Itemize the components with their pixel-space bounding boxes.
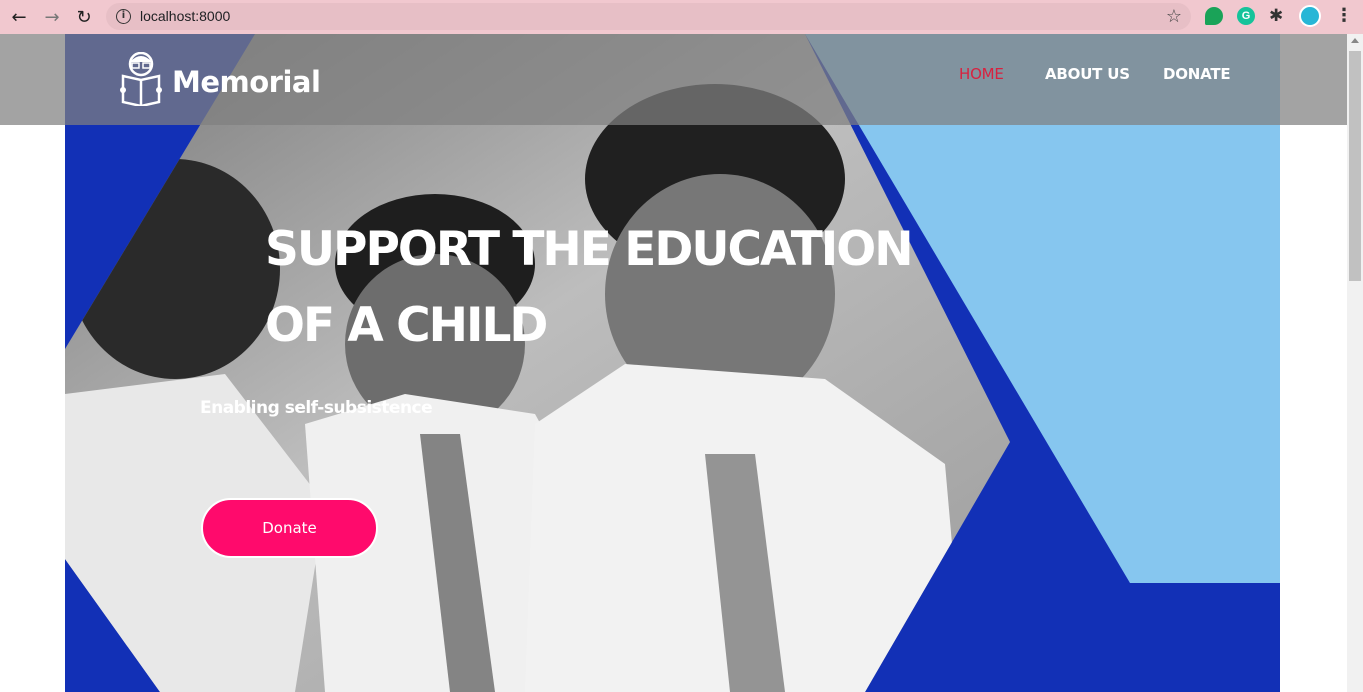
chat-extension-icon[interactable] bbox=[1205, 7, 1223, 25]
site-logo[interactable]: Memorial bbox=[120, 52, 321, 106]
hero-section: SUPPORT THE EDUCATION OF A CHILD bbox=[65, 34, 1280, 692]
scroll-thumb[interactable] bbox=[1349, 51, 1361, 281]
kebab-menu-icon[interactable]: ⋮ bbox=[1335, 7, 1353, 25]
web-page: SUPPORT THE EDUCATION OF A CHILD Enablin… bbox=[0, 34, 1347, 692]
back-arrow-icon[interactable]: ← bbox=[8, 6, 30, 28]
hero-headline: SUPPORT THE EDUCATION OF A CHILD bbox=[265, 212, 965, 364]
address-bar[interactable]: i localhost:8000 ☆ bbox=[106, 3, 1191, 30]
page-scrollbar[interactable] bbox=[1347, 34, 1363, 692]
reader-logo-icon bbox=[120, 52, 162, 106]
nav-about-us[interactable]: ABOUT US bbox=[1045, 65, 1130, 83]
nav-home[interactable]: HOME bbox=[959, 65, 1004, 83]
site-info-icon[interactable]: i bbox=[116, 9, 131, 24]
nav-donate[interactable]: DONATE bbox=[1163, 65, 1231, 83]
site-header: Memorial HOME ABOUT US DONATE bbox=[0, 34, 1347, 125]
browser-toolbar: ← → ↻ i localhost:8000 ☆ G ✱ ⋮ bbox=[0, 0, 1363, 34]
headline-line-1: SUPPORT THE EDUCATION bbox=[265, 222, 914, 277]
scroll-up-arrow-icon[interactable] bbox=[1351, 38, 1359, 43]
donate-button[interactable]: Donate bbox=[201, 498, 378, 558]
profile-avatar[interactable] bbox=[1299, 5, 1321, 27]
reload-icon[interactable]: ↻ bbox=[73, 6, 95, 28]
forward-arrow-icon[interactable]: → bbox=[41, 6, 63, 28]
headline-line-2: OF A CHILD bbox=[265, 298, 548, 353]
hero-subline: Enabling self-subsistence bbox=[200, 398, 433, 418]
puzzle-icon[interactable]: ✱ bbox=[1269, 7, 1287, 25]
grammarly-icon[interactable]: G bbox=[1237, 7, 1255, 25]
logo-text: Memorial bbox=[172, 65, 321, 99]
bookmark-star-icon[interactable]: ☆ bbox=[1166, 6, 1182, 27]
url-text[interactable]: localhost:8000 bbox=[140, 8, 230, 24]
